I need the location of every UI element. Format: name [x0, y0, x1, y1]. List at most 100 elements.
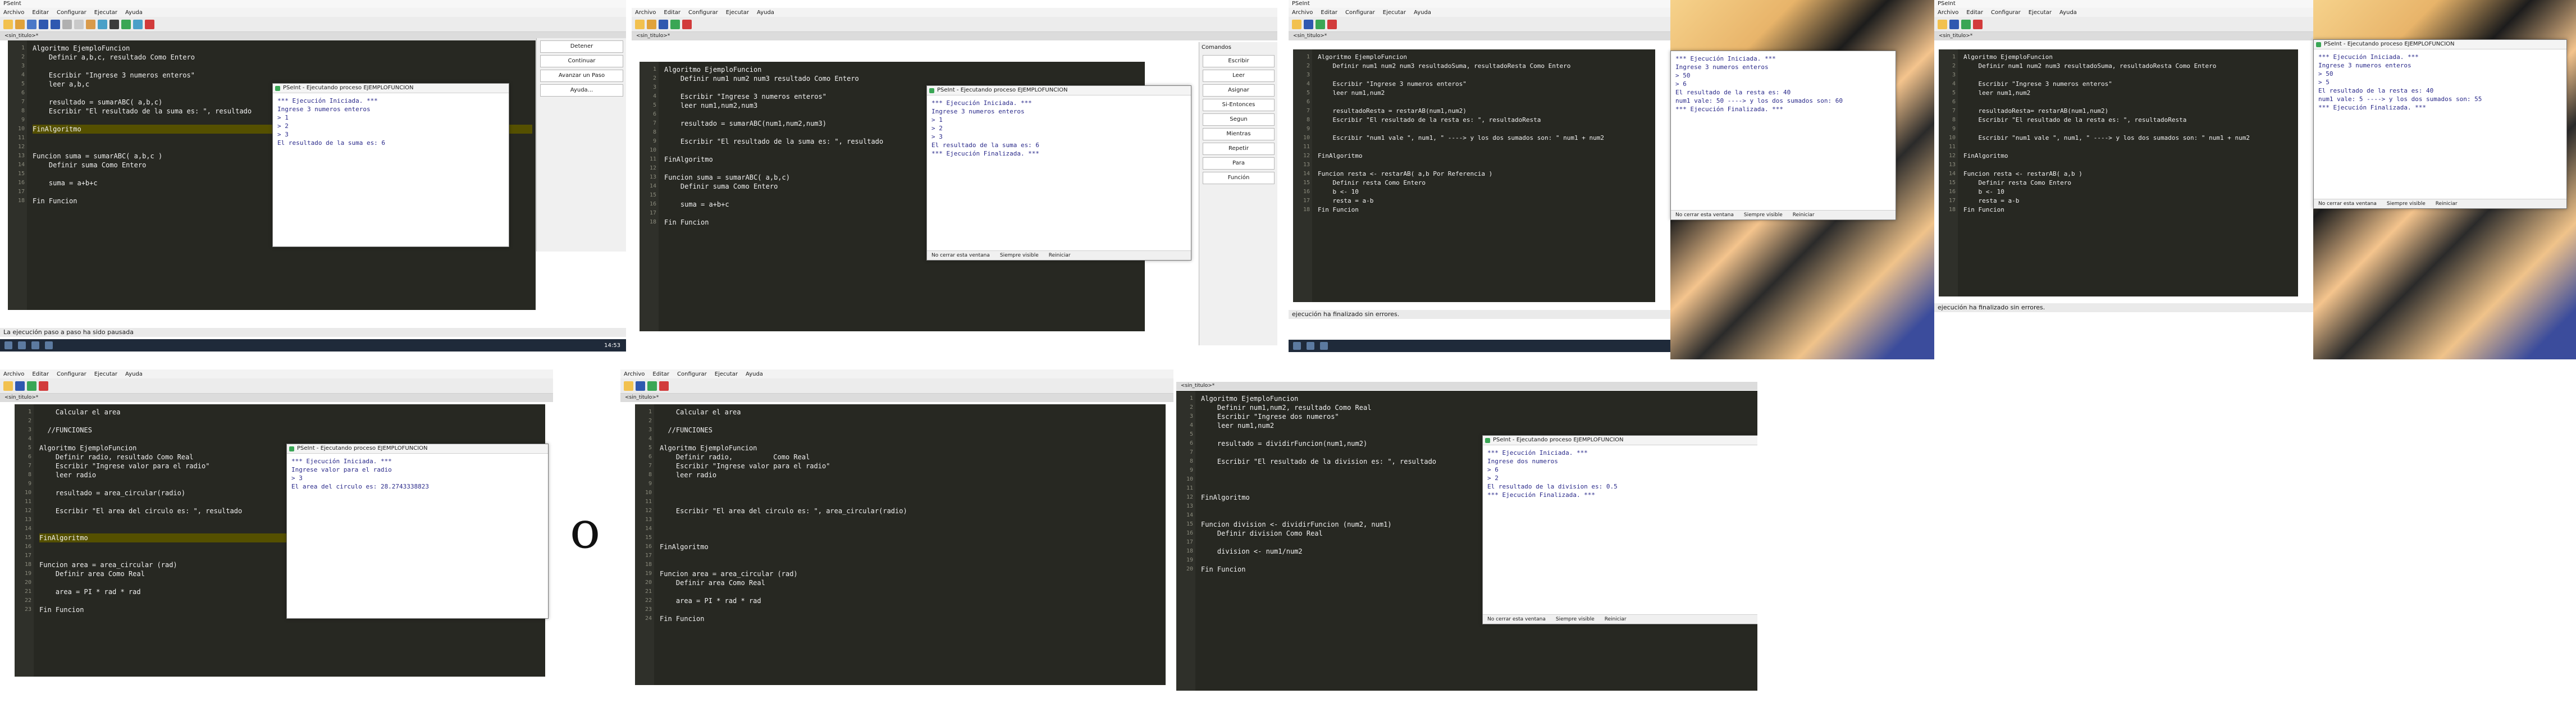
start-icon[interactable] [1293, 342, 1301, 350]
menu-configurar[interactable]: Configurar [1991, 10, 2021, 16]
search-icon[interactable] [98, 19, 107, 29]
undo-icon[interactable] [1304, 19, 1313, 29]
no-cerrar-checkbox[interactable]: No cerrar esta ventana [931, 251, 990, 260]
menu-ejecutar[interactable]: Ejecutar [726, 10, 749, 16]
code-editor[interactable]: 1 2 3 4 5 6 7 8 9 10 11 12 13 14 15 16 17 18 Algoritmo Ej… [1293, 49, 1655, 302]
new-file-icon[interactable] [1938, 19, 1947, 29]
redo-icon[interactable] [51, 19, 60, 29]
menu-editar[interactable]: Editar [652, 371, 669, 377]
run-icon[interactable] [27, 381, 36, 391]
menu-editar[interactable]: Editar [664, 10, 680, 16]
menu-ayuda[interactable]: Ayuda [757, 10, 774, 16]
flowchart-icon[interactable] [682, 19, 692, 29]
menu-configurar[interactable]: Configurar [57, 371, 86, 377]
cmd-si-entonces[interactable]: Si-Entonces [1203, 99, 1275, 111]
menu-ejecutar[interactable]: Ejecutar [1383, 10, 1406, 16]
new-file-icon[interactable] [624, 381, 633, 391]
run-icon[interactable] [1961, 19, 1971, 29]
siempre-visible-checkbox[interactable]: Siempre visible [1000, 251, 1039, 260]
detener-button[interactable]: Detener [540, 40, 623, 53]
avanzar-paso-button[interactable]: Avanzar un Paso [540, 70, 623, 82]
console-window[interactable]: PSeInt - Ejecutando proceso EJEMPLOFUNCI… [1482, 435, 1757, 624]
cmd-escribir[interactable]: Escribir [1203, 55, 1275, 67]
flowchart-icon[interactable] [39, 381, 48, 391]
tab-sin-titulo[interactable]: <sin_titulo>* [0, 394, 553, 402]
new-file-icon[interactable] [635, 19, 645, 29]
tab-sin-titulo[interactable]: <sin_titulo>* [632, 32, 1277, 40]
menu-editar[interactable]: Editar [1966, 10, 1983, 16]
undo-icon[interactable] [39, 19, 48, 29]
menu-ayuda[interactable]: Ayuda [2059, 10, 2077, 16]
tab-sin-titulo[interactable]: <sin_titulo>* [1289, 32, 1670, 40]
console-window[interactable]: PSeInt - Ejecutando proceso EJEMPLOFUNCI… [926, 85, 1191, 261]
undo-icon[interactable] [636, 381, 645, 391]
menu-ejecutar[interactable]: Ejecutar [94, 371, 117, 377]
run-icon[interactable] [1316, 19, 1325, 29]
copy-icon[interactable] [74, 19, 84, 29]
menu-ejecutar[interactable]: Ejecutar [94, 10, 117, 16]
cmd-funcion[interactable]: Función [1203, 172, 1275, 184]
code-editor[interactable]: 1 2 3 4 5 6 7 8 9 10 11 12 13 14 15 16 17 18 Algoritmo Ej… [1939, 49, 2298, 296]
tab-sin-titulo[interactable]: <sin_titulo>* [1934, 32, 2313, 40]
tab-sin-titulo[interactable]: <sin_titulo>* [620, 394, 1173, 402]
run-icon[interactable] [670, 19, 680, 29]
menu-archivo[interactable]: Archivo [3, 371, 24, 377]
menu-ejecutar[interactable]: Ejecutar [2029, 10, 2052, 16]
undo-icon[interactable] [659, 19, 668, 29]
cmd-leer[interactable]: Leer [1203, 70, 1275, 82]
taskbar-app-icon[interactable] [1320, 342, 1328, 350]
flowchart-icon[interactable] [145, 19, 154, 29]
menu-ayuda[interactable]: Ayuda [125, 10, 143, 16]
taskbar-app-icon[interactable] [31, 341, 39, 349]
continuar-button[interactable]: Continuar [540, 55, 623, 67]
menu-configurar[interactable]: Configurar [1345, 10, 1375, 16]
menu-editar[interactable]: Editar [1321, 10, 1337, 16]
no-cerrar-checkbox[interactable]: No cerrar esta ventana [2318, 199, 2377, 208]
menu-ayuda[interactable]: Ayuda [1414, 10, 1431, 16]
console-window[interactable]: PSeInt - Ejecutando proceso EJEMPLOFUNCI… [272, 83, 509, 247]
no-cerrar-checkbox[interactable]: No cerrar esta ventana [1487, 615, 1546, 624]
cut-icon[interactable] [62, 19, 72, 29]
code-editor[interactable]: 1 2 3 4 5 6 7 8 9 10 11 12 13 14 15 16 17 18 19 20 21 22 23 24 … [635, 404, 1166, 685]
no-cerrar-checkbox[interactable]: No cerrar esta ventana [1675, 211, 1734, 220]
new-file-icon[interactable] [3, 19, 13, 29]
console-window[interactable]: *** Ejecución Iniciada. *** Ingrese 3 nu… [1670, 51, 1896, 220]
undo-icon[interactable] [15, 381, 25, 391]
step-icon[interactable] [133, 19, 143, 29]
open-file-icon[interactable] [15, 19, 25, 29]
undo-icon[interactable] [1949, 19, 1959, 29]
save-icon[interactable] [27, 19, 36, 29]
cmd-mientras[interactable]: Mientras [1203, 128, 1275, 140]
menu-archivo[interactable]: Archivo [1938, 10, 1958, 16]
tab-sin-titulo[interactable]: <sin_titulo>* [0, 32, 626, 40]
menu-archivo[interactable]: Archivo [624, 371, 645, 377]
cmd-segun[interactable]: Segun [1203, 113, 1275, 126]
paste-icon[interactable] [86, 19, 95, 29]
menu-archivo[interactable]: Archivo [1292, 10, 1313, 16]
start-icon[interactable] [4, 341, 12, 349]
taskbar-app-icon[interactable] [45, 341, 53, 349]
menu-archivo[interactable]: Archivo [635, 10, 656, 16]
menu-configurar[interactable]: Configurar [677, 371, 707, 377]
siempre-visible-checkbox[interactable]: Siempre visible [2387, 199, 2426, 208]
reiniciar-button[interactable]: Reiniciar [1049, 251, 1071, 260]
menu-ayuda[interactable]: Ayuda [125, 371, 143, 377]
taskbar-app-icon[interactable] [1307, 342, 1314, 350]
reiniciar-button[interactable]: Reiniciar [2436, 199, 2458, 208]
taskbar-app-icon[interactable] [18, 341, 26, 349]
menu-editar[interactable]: Editar [32, 371, 49, 377]
flowchart-icon[interactable] [1327, 19, 1337, 29]
console-window[interactable]: PSeInt - Ejecutando proceso EJEMPLOFUNCI… [286, 444, 549, 619]
menu-ayuda[interactable]: Ayuda [746, 371, 763, 377]
console-window[interactable]: PSeInt - Ejecutando proceso EJEMPLOFUNCI… [2313, 39, 2567, 209]
menu-configurar[interactable]: Configurar [688, 10, 718, 16]
reiniciar-button[interactable]: Reiniciar [1605, 615, 1627, 624]
run-icon[interactable] [647, 381, 657, 391]
flowchart-icon[interactable] [1973, 19, 1983, 29]
cmd-asignar[interactable]: Asignar [1203, 84, 1275, 97]
new-file-icon[interactable] [1292, 19, 1301, 29]
open-file-icon[interactable] [647, 19, 656, 29]
new-file-icon[interactable] [3, 381, 13, 391]
siempre-visible-checkbox[interactable]: Siempre visible [1556, 615, 1595, 624]
menu-ejecutar[interactable]: Ejecutar [715, 371, 738, 377]
